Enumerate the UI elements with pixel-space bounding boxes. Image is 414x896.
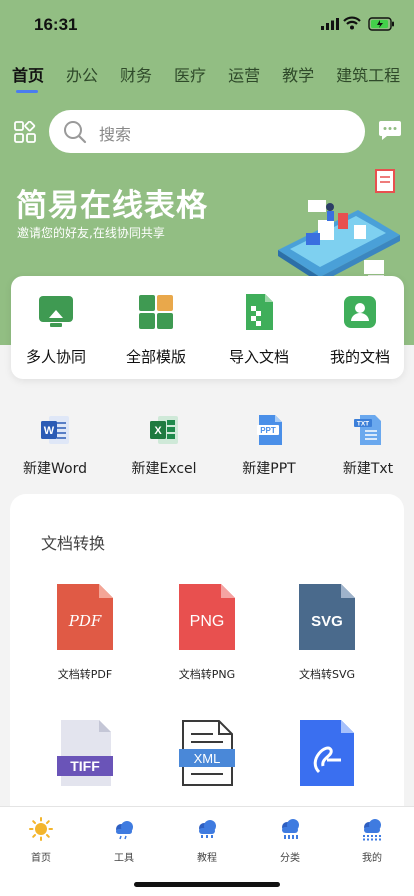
nav-home-label: 首页 [31,853,51,864]
signal-icon [321,18,339,30]
category-tabs: 首页 办公 财务 医疗 运营 教学 建筑工程 [12,62,414,93]
new-excel-label: 新建Excel [131,461,197,477]
status-time: 16:31 [34,15,78,34]
tab-teaching[interactable]: 教学 [282,62,314,86]
new-word-label: 新建Word [23,461,87,477]
nav-profile[interactable]: 我的 [342,817,402,864]
tiff-file-icon: TIFF [57,720,113,786]
svg-text:X: X [154,425,162,437]
new-ppt-label: 新建PPT [242,461,296,477]
banner-title: 简易在线表格 [16,188,208,224]
new-txt-label: 新建Txt [342,461,394,477]
category-cloud-icon [282,819,299,839]
collaboration-icon [39,296,73,327]
new-excel-button[interactable]: X 新建Excel [114,414,214,478]
search-input[interactable]: 搜索 [49,110,365,153]
convert-pdf-button[interactable]: PDF 文档转PDF [30,584,140,682]
svg-text:TXT: TXT [357,421,369,428]
svg-text:XML: XML [194,751,221,766]
svg-text:TIFF: TIFF [70,758,100,774]
new-word-button[interactable]: W 新建Word [5,414,105,478]
import-doc-label: 导入文档 [228,348,289,366]
tab-office[interactable]: 办公 [66,62,98,86]
nav-tutorial[interactable]: 教程 [177,817,237,864]
svg-text:W: W [44,425,55,437]
collaboration-label: 多人协同 [25,348,86,366]
sun-icon [29,817,53,841]
nav-home[interactable]: 首页 [11,817,71,864]
import-doc-icon [246,294,273,330]
convert-doc-button[interactable] [272,720,382,802]
collaboration-button[interactable]: 多人协同 [11,294,101,367]
message-icon[interactable] [378,120,402,142]
search-placeholder: 搜索 [99,125,132,144]
import-doc-button[interactable]: 导入文档 [214,294,304,367]
svg-text:PPT: PPT [260,426,276,435]
ppt-icon: PPT [257,415,282,445]
png-file-icon: PNG [179,584,235,650]
svg-text:PDF: PDF [68,612,102,630]
status-bar: 16:31 [0,0,414,50]
home-indicator[interactable] [134,882,280,887]
new-txt-button[interactable]: TXT 新建Txt [318,414,414,478]
new-ppt-button[interactable]: PPT 新建PPT [219,414,319,478]
tab-operations[interactable]: 运营 [228,62,260,86]
pdf-file-icon: PDF [57,584,113,650]
wifi-icon [343,16,361,30]
apps-grid-icon[interactable] [14,121,36,143]
banner-subtitle: 邀请您的好友,在线协同共享 [17,226,165,240]
tab-construction[interactable]: 建筑工程 [336,62,400,86]
convert-svg-button[interactable]: SVG 文档转SVG [272,584,382,682]
svg-file-icon: SVG [299,584,355,650]
battery-icon [368,17,394,31]
templates-button[interactable]: 全部模版 [111,294,201,367]
xml-file-icon: XML [179,720,235,786]
convert-png-button[interactable]: PNG 文档转PNG [152,584,262,682]
templates-label: 全部模版 [125,348,186,366]
nav-category[interactable]: 分类 [260,817,320,864]
document-conversion-card: 文档转换 PDF 文档转PDF PNG 文档转PNG SVG 文档转SVG TI… [10,494,404,834]
tools-cloud-icon [116,821,133,840]
svg-text:PNG: PNG [190,613,225,630]
my-docs-icon [344,296,376,328]
search-icon [64,121,87,144]
my-docs-label: 我的文档 [329,348,390,366]
nav-tools[interactable]: 工具 [94,817,154,864]
tab-medical[interactable]: 医疗 [174,62,206,86]
my-docs-button[interactable]: 我的文档 [315,294,405,367]
nav-category-label: 分类 [280,853,300,864]
templates-icon [139,295,173,329]
conversion-title: 文档转换 [41,534,106,553]
tutorial-cloud-icon [199,820,216,838]
excel-icon: X [150,416,178,444]
profile-cloud-icon [363,819,381,841]
svg-text:SVG: SVG [311,613,343,630]
word-icon: W [41,416,69,444]
blue-doc-icon [300,720,354,786]
quick-actions-card: 多人协同 全部模版 导入文档 我的文档 [11,276,404,379]
convert-png-label: 文档转PNG [178,668,236,681]
convert-tiff-button[interactable]: TIFF [30,720,140,802]
tab-home[interactable]: 首页 [12,62,44,93]
nav-tutorial-label: 教程 [197,853,217,864]
convert-pdf-label: 文档转PDF [57,668,113,681]
convert-svg-label: 文档转SVG [298,668,356,681]
convert-xml-button[interactable]: XML [152,720,262,802]
tab-finance[interactable]: 财务 [120,62,152,86]
nav-profile-label: 我的 [362,853,382,864]
txt-icon: TXT [354,415,381,445]
nav-tools-label: 工具 [114,853,134,864]
